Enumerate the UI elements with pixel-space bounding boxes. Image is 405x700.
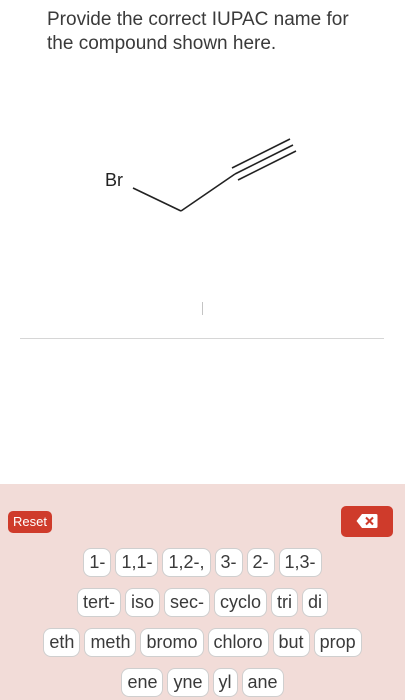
key-locant-3[interactable]: 3-	[214, 548, 243, 577]
question-text: Provide the correct IUPAC name for the c…	[47, 9, 349, 54]
key-iso[interactable]: iso	[124, 588, 160, 617]
key-locant-1-1[interactable]: 1,1-	[115, 548, 159, 577]
backspace-icon	[356, 514, 378, 528]
keyboard-row-stems: eth meth bromo chloro but prop	[0, 628, 405, 657]
key-bromo[interactable]: bromo	[140, 628, 204, 657]
keyboard-row-prefixes: tert- iso sec- cyclo tri di	[0, 588, 405, 617]
answer-divider	[20, 338, 384, 339]
key-but[interactable]: but	[272, 628, 310, 657]
key-ene[interactable]: ene	[121, 668, 164, 697]
molecule-structure	[132, 138, 297, 212]
bromine-atom-label: Br	[105, 170, 123, 190]
keyboard-row-locants: 1- 1,1- 1,2-, 3- 2- 1,3-	[0, 548, 405, 577]
key-yne[interactable]: yne	[167, 668, 209, 697]
key-chloro[interactable]: chloro	[207, 628, 269, 657]
key-cyclo[interactable]: cyclo	[214, 588, 268, 617]
backspace-button[interactable]	[341, 506, 393, 537]
key-tri[interactable]: tri	[271, 588, 299, 617]
key-ane[interactable]: ane	[241, 668, 284, 697]
key-prop[interactable]: prop	[313, 628, 362, 657]
keyboard-row-suffixes: ene yne yl ane	[0, 668, 405, 697]
name-builder-keyboard: Reset 1- 1,1- 1,2-, 3- 2- 1,3- tert- iso…	[0, 484, 405, 700]
key-meth[interactable]: meth	[84, 628, 137, 657]
key-eth[interactable]: eth	[43, 628, 81, 657]
key-locant-1-3[interactable]: 1,3-	[278, 548, 322, 577]
key-tert[interactable]: tert-	[76, 588, 121, 617]
key-sec[interactable]: sec-	[163, 588, 210, 617]
reset-button[interactable]: Reset	[8, 511, 52, 533]
key-locant-2[interactable]: 2-	[246, 548, 275, 577]
key-locant-1[interactable]: 1-	[83, 548, 112, 577]
key-locant-1-2[interactable]: 1,2-,	[162, 548, 211, 577]
text-cursor	[202, 302, 203, 315]
key-di[interactable]: di	[302, 588, 329, 617]
key-yl[interactable]: yl	[212, 668, 238, 697]
